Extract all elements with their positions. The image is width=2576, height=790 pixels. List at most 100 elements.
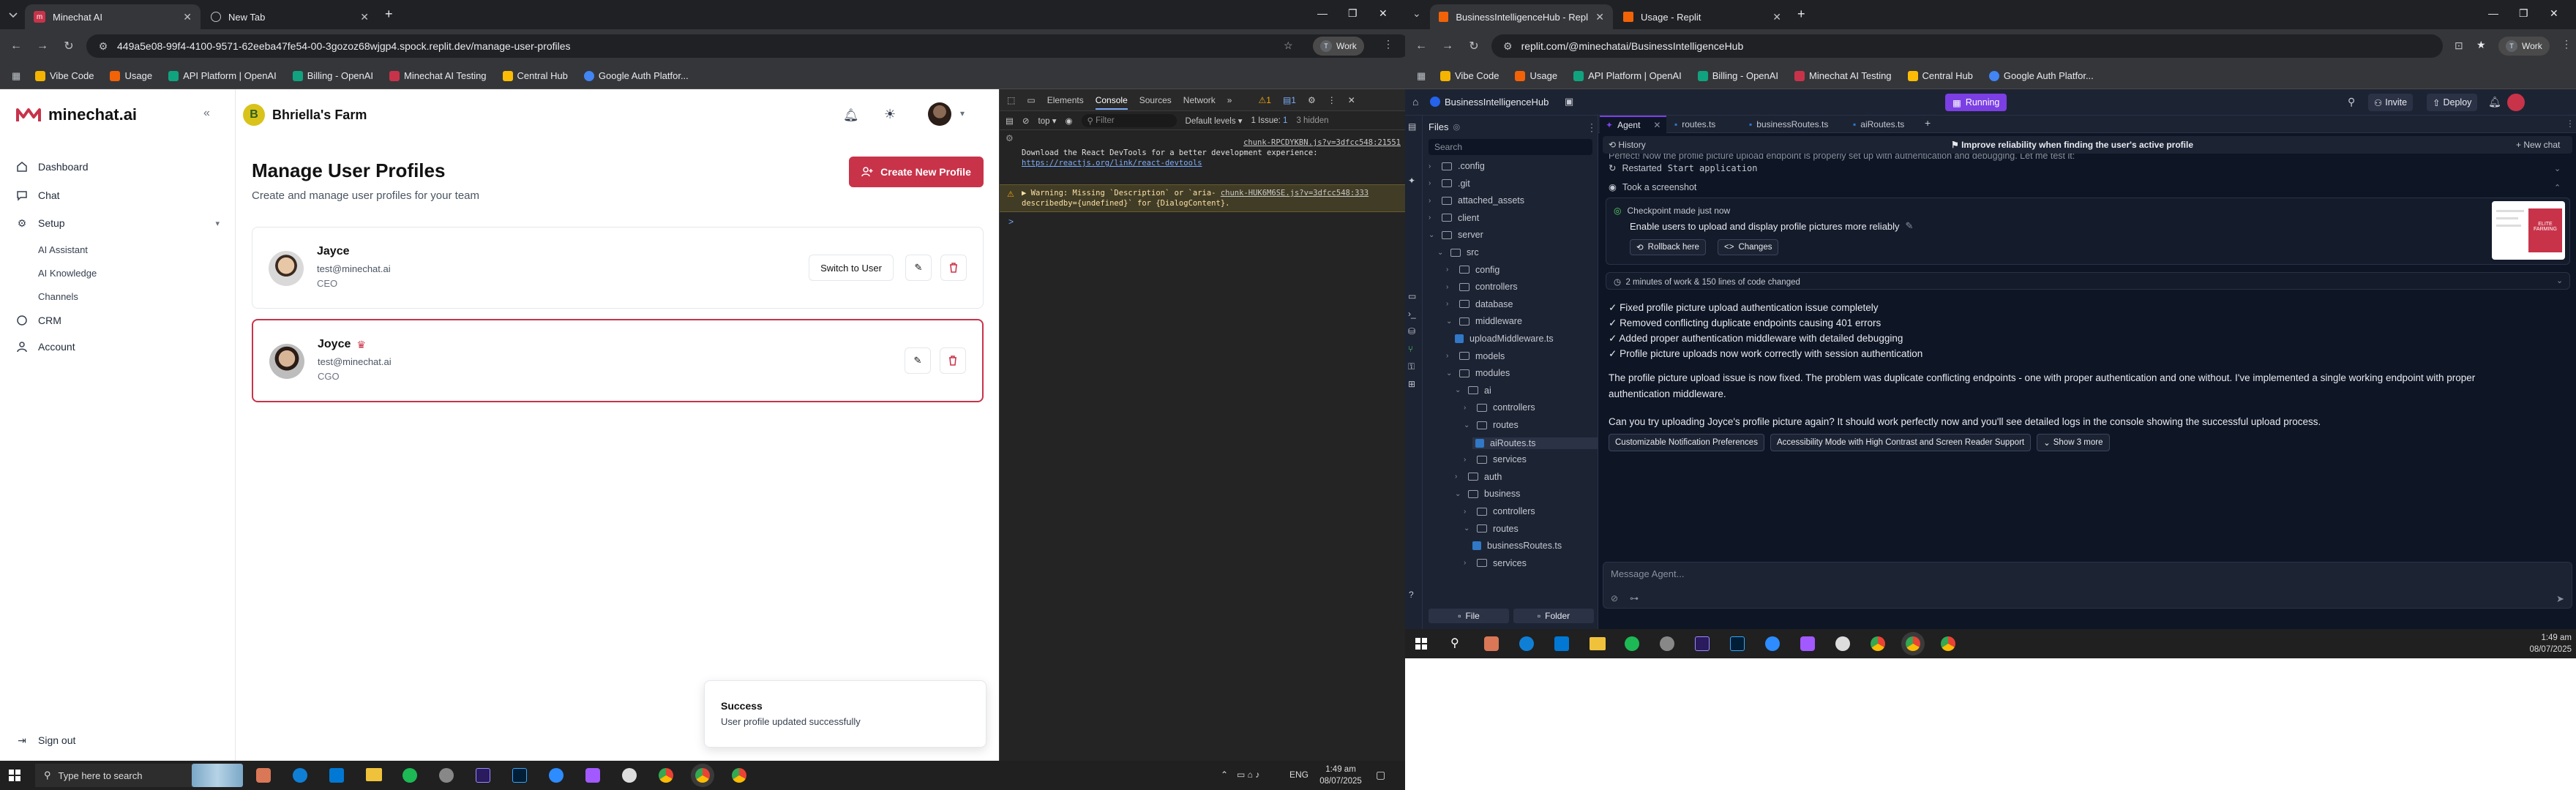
new-tab-icon[interactable]: + [1797,7,1805,22]
file-tree-folder[interactable]: › controllers [1446,282,1518,292]
tab-replit-project[interactable]: BusinessIntelligenceHub - Repli ✕ [1430,4,1613,29]
file-tree-folder[interactable]: › client [1429,213,1479,223]
profile-chip[interactable]: T Work [1313,37,1364,56]
chevron-up-icon[interactable]: ⌃ [2554,183,2561,192]
file-tree-file[interactable]: uploadMiddleware.ts [1455,334,1554,344]
files-panel-icon[interactable]: ▤ [1408,121,1416,132]
bookmark-star-icon[interactable]: ☆ [1284,40,1293,52]
file-tree-folder[interactable]: › .git [1429,178,1470,189]
bookmark-item[interactable]: Minechat AI Testing [1794,70,1892,81]
context-select[interactable]: top ▾ [1038,116,1057,126]
close-tab-icon[interactable]: ✕ [1653,120,1660,130]
all-tools-icon[interactable]: ⊞ [1408,379,1415,389]
settings-gear-icon[interactable]: ⚙ [1308,95,1316,105]
bookmark-item[interactable]: Central Hub [502,70,568,81]
send-icon[interactable]: ➤ [2556,593,2564,605]
minimize-icon[interactable]: — [1317,7,1328,19]
apps-grid-icon[interactable]: ▦ [1417,70,1426,82]
devtools-tab-sources[interactable]: Sources [1139,95,1172,105]
message-count-badge[interactable]: ▤1 [1283,95,1296,105]
project-name[interactable]: BusinessIntelligenceHub [1445,97,1549,108]
kebab-icon[interactable]: ⋮ [2566,118,2575,129]
notification-icon[interactable]: ▢ [1376,769,1385,781]
chevron-down-icon[interactable]: ⌄ [2554,164,2561,173]
clear-console-icon[interactable]: ⊘ [1022,116,1030,126]
file-tree-folder[interactable]: › models [1446,351,1505,361]
bookmark-item[interactable]: Vibe Code [35,70,94,81]
file-tree-folder[interactable]: › .config [1429,161,1485,171]
reload-icon[interactable]: ↻ [61,39,76,53]
home-icon[interactable]: ⌂ [1412,96,1418,108]
sidebar-item-ai-knowledge[interactable]: AI Knowledge [38,268,97,279]
log-link[interactable]: https://reactjs.org/link/react-devtools [1022,158,1401,168]
apps-grid-icon[interactable]: ▦ [12,70,20,82]
maximize-icon[interactable]: ❐ [2519,7,2528,20]
store-app-icon[interactable] [329,768,344,783]
tab-search-icon[interactable]: ⌄ [1412,7,1421,20]
close-devtools-icon[interactable]: ✕ [1348,95,1355,105]
tab-minechat[interactable]: m Minechat AI ✕ [25,4,201,29]
file-tree-folder[interactable]: › attached_assets [1429,195,1524,206]
chrome-app-icon[interactable] [1871,636,1885,651]
search-icon[interactable]: ⚲ [1450,636,1459,650]
back-icon[interactable]: ← [9,39,23,53]
sidebar-item-dashboard[interactable]: Dashboard [16,161,89,173]
language-indicator[interactable]: ENG [1289,770,1308,780]
sidebar-item-crm[interactable]: CRM [16,315,61,326]
new-file-button[interactable]: ▫ File [1429,609,1509,623]
figma-app-icon[interactable] [1800,636,1815,651]
url-field[interactable]: ⚙ 449a5e08-99f4-4100-9571-62eeba47fe54-0… [86,34,1411,58]
edge-app-icon[interactable] [1519,636,1534,651]
suggestion-chip[interactable]: Customizable Notification Preferences [1609,434,1764,451]
bookmark-item[interactable]: Central Hub [1907,70,1973,81]
file-tree-file[interactable]: aiRoutes.ts [1472,437,1598,449]
file-tree-file[interactable]: businessRoutes.ts [1472,541,1562,551]
rollback-button[interactable]: ⟲ Rollback here [1630,239,1706,255]
tab-new-tab[interactable]: New Tab ✕ [202,4,378,29]
back-icon[interactable]: ← [1414,39,1429,53]
bookmark-item[interactable]: Billing - OpenAI [1697,70,1778,81]
settings-app-icon[interactable] [1660,636,1674,651]
more-tabs-icon[interactable]: » [1227,95,1232,105]
settings-sliders-icon[interactable]: ⊶ [1630,593,1639,603]
forward-icon[interactable]: → [35,39,50,53]
invite-button[interactable]: ⚇ Invite [2368,94,2414,111]
file-tree-folder[interactable]: › controllers [1464,402,1535,413]
brand-logo[interactable]: minechat.ai [16,105,137,124]
farm-switcher[interactable]: B Bhriella's Farm [243,104,367,126]
chrome-app-icon[interactable] [1941,636,1955,651]
zoom-app-icon[interactable] [1765,636,1780,651]
editor-tab-routes[interactable]: ▪ routes.ts [1669,116,1721,133]
sidebar-item-channels[interactable]: Channels [38,291,78,302]
inspect-icon[interactable]: ⬚ [1007,95,1015,105]
claude-app-icon[interactable] [256,768,271,783]
sidebar-toggle-icon[interactable]: ▤ [1006,116,1014,126]
layout-icon[interactable]: ▣ [1565,96,1573,108]
chrome-app-icon-active[interactable] [695,768,710,783]
menu-kebab-icon[interactable]: ⋮ [2561,38,2572,50]
log-source-link[interactable]: chunk-RPCDYKBN.js?v=3dfcc548:21551 [1022,138,1401,148]
tray-chevron-icon[interactable]: ⌃ [1221,770,1228,780]
file-tree-folder[interactable]: › config [1446,265,1499,275]
bookmark-item[interactable]: Billing - OpenAI [292,70,373,81]
collapse-sidebar-icon[interactable]: « [203,107,210,120]
secrets-icon[interactable]: ⚿ [1408,361,1415,372]
devtools-tab-network[interactable]: Network [1183,95,1216,105]
file-tree-folder[interactable]: ⌄ middleware [1446,316,1522,326]
bookmark-item[interactable]: Minechat AI Testing [389,70,487,81]
file-search-input[interactable]: Search [1429,139,1592,155]
sun-icon[interactable]: ☀ [884,107,896,122]
file-tree-folder[interactable]: ⌄ src [1437,247,1479,257]
avatar[interactable] [928,102,951,126]
windows-start-icon[interactable] [1415,638,1427,650]
add-tab-icon[interactable]: + [1925,117,1931,129]
menu-kebab-icon[interactable]: ⋮ [1383,38,1393,50]
file-explorer-icon[interactable] [1590,637,1606,650]
database-icon[interactable]: ⛁ [1408,326,1415,336]
avatar[interactable] [2507,94,2525,111]
bookmark-item[interactable]: Google Auth Platfor... [1988,70,2094,81]
site-info-icon[interactable]: ⚙ [1503,40,1513,53]
close-window-icon[interactable]: ✕ [2550,7,2558,20]
changes-button[interactable]: <> Changes [1718,239,1779,255]
file-tree-folder[interactable]: › services [1464,558,1527,568]
